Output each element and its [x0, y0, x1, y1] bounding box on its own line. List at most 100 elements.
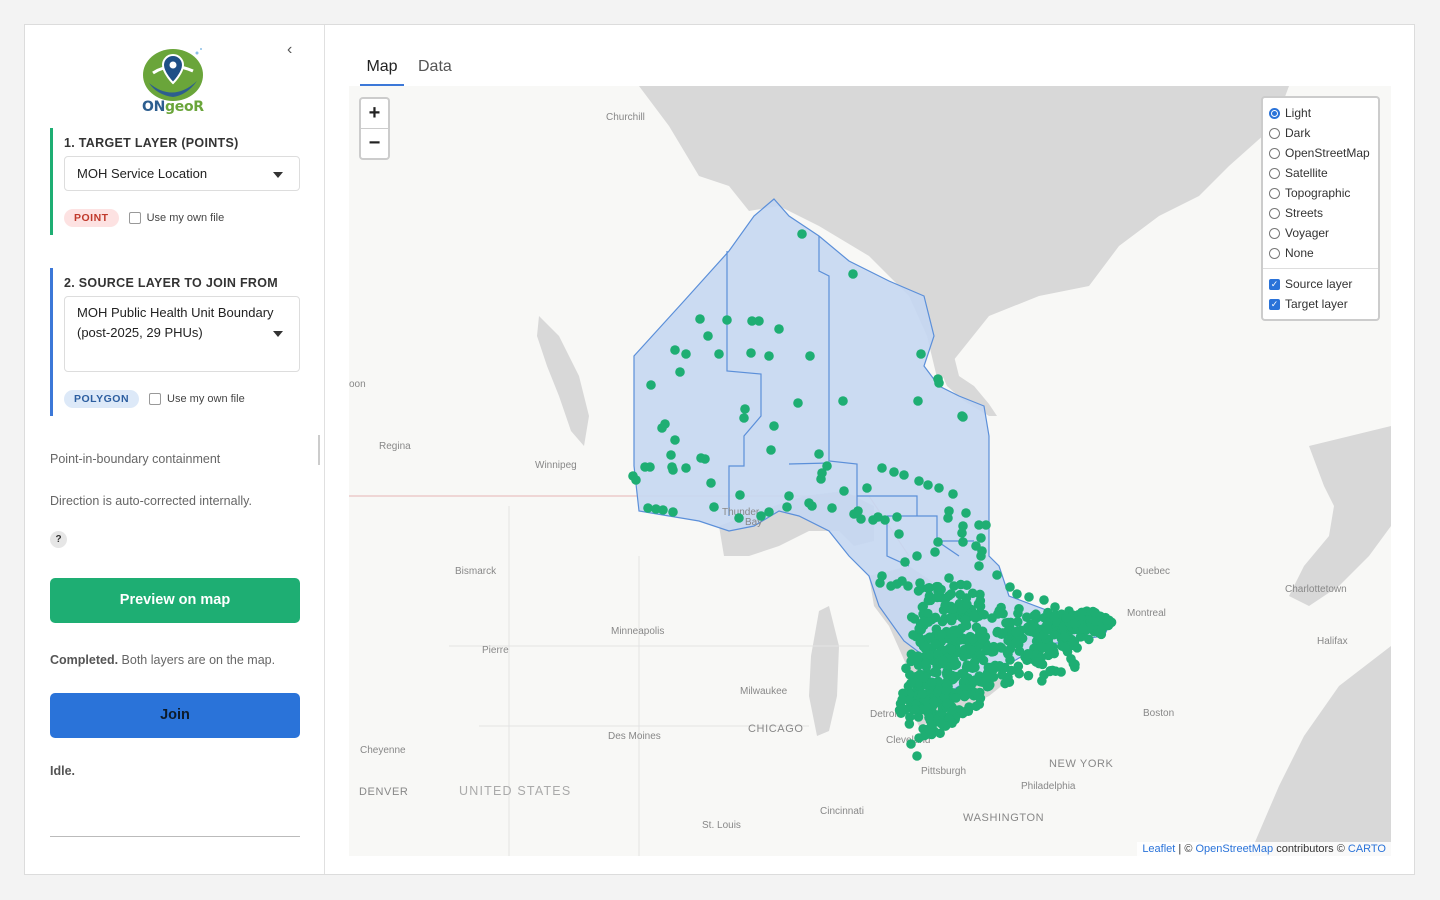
service-location-point[interactable]: [916, 349, 926, 359]
service-location-point[interactable]: [937, 629, 947, 640]
service-location-point[interactable]: [735, 490, 745, 500]
service-location-point[interactable]: [706, 478, 716, 488]
service-location-point[interactable]: [658, 505, 668, 515]
basemap-option-none[interactable]: None: [1269, 243, 1374, 263]
service-location-point[interactable]: [905, 669, 915, 680]
service-location-point[interactable]: [924, 591, 935, 601]
service-location-point[interactable]: [982, 681, 993, 692]
service-location-point[interactable]: [958, 412, 968, 422]
service-location-point[interactable]: [709, 502, 719, 512]
overlay-source-layer[interactable]: ✓ Source layer: [1269, 274, 1374, 294]
map-view[interactable]: Churchill oon Regina Winnipeg Thunder Ba…: [349, 86, 1391, 856]
service-location-point[interactable]: [906, 678, 916, 689]
service-location-point[interactable]: [1078, 623, 1088, 634]
service-location-point[interactable]: [1060, 642, 1070, 653]
service-location-point[interactable]: [988, 664, 998, 675]
service-location-point[interactable]: [976, 533, 986, 543]
service-location-point[interactable]: [923, 617, 934, 627]
service-location-point[interactable]: [714, 349, 724, 359]
scrollbar[interactable]: [318, 435, 320, 465]
service-location-point[interactable]: [695, 314, 705, 324]
service-location-point[interactable]: [912, 654, 923, 664]
service-location-point[interactable]: [912, 751, 922, 761]
service-location-point[interactable]: [703, 331, 713, 341]
service-location-point[interactable]: [631, 475, 641, 485]
service-location-point[interactable]: [1059, 631, 1070, 642]
service-location-point[interactable]: [807, 501, 817, 511]
service-location-point[interactable]: [817, 468, 827, 478]
service-location-point[interactable]: [734, 513, 744, 523]
service-location-point[interactable]: [914, 476, 924, 486]
service-location-point[interactable]: [1013, 608, 1023, 619]
service-location-point[interactable]: [875, 578, 885, 588]
service-location-point[interactable]: [896, 708, 906, 719]
service-location-point[interactable]: [793, 398, 803, 408]
service-location-point[interactable]: [941, 669, 952, 680]
service-location-point[interactable]: [838, 396, 848, 406]
basemap-option-topographic[interactable]: Topographic: [1269, 183, 1374, 203]
service-location-point[interactable]: [935, 728, 945, 739]
service-location-point[interactable]: [933, 537, 943, 547]
service-location-point[interactable]: [934, 483, 944, 493]
service-location-point[interactable]: [919, 673, 929, 683]
tab-map[interactable]: Map: [360, 53, 404, 86]
service-location-point[interactable]: [977, 634, 987, 645]
service-location-point[interactable]: [923, 480, 933, 490]
service-location-point[interactable]: [927, 677, 937, 688]
service-location-point[interactable]: [921, 658, 931, 669]
service-location-point[interactable]: [754, 316, 764, 326]
service-location-point[interactable]: [1023, 670, 1034, 681]
service-location-point[interactable]: [924, 632, 935, 642]
service-location-point[interactable]: [666, 450, 676, 460]
service-location-point[interactable]: [906, 739, 916, 749]
service-location-point[interactable]: [897, 694, 907, 705]
service-location-point[interactable]: [700, 454, 710, 464]
service-location-point[interactable]: [987, 613, 997, 623]
service-location-point[interactable]: [1011, 627, 1021, 638]
service-location-point[interactable]: [923, 724, 934, 734]
service-location-point[interactable]: [975, 601, 986, 612]
service-location-point[interactable]: [944, 573, 954, 583]
service-location-point[interactable]: [1031, 657, 1041, 667]
service-location-point[interactable]: [909, 614, 920, 624]
service-location-point[interactable]: [1039, 595, 1049, 605]
service-location-point[interactable]: [904, 719, 915, 729]
basemap-option-streets[interactable]: Streets: [1269, 203, 1374, 223]
service-location-point[interactable]: [924, 583, 935, 593]
zoom-in-button[interactable]: +: [361, 99, 388, 129]
basemap-option-voyager[interactable]: Voyager: [1269, 223, 1374, 243]
service-location-point[interactable]: [681, 349, 691, 359]
service-location-point[interactable]: [946, 644, 957, 655]
target-layer-select[interactable]: MOH Service Location: [64, 156, 300, 191]
overlay-target-layer[interactable]: ✓ Target layer: [1269, 294, 1374, 314]
service-location-point[interactable]: [784, 491, 794, 501]
service-location-point[interactable]: [967, 634, 978, 644]
service-location-point[interactable]: [1003, 617, 1014, 628]
service-location-point[interactable]: [827, 503, 837, 513]
service-location-point[interactable]: [646, 380, 656, 390]
chevron-left-icon[interactable]: ‹: [287, 41, 292, 59]
service-location-point[interactable]: [975, 693, 986, 704]
service-location-point[interactable]: [949, 660, 960, 671]
service-location-point[interactable]: [670, 435, 680, 445]
service-location-point[interactable]: [900, 557, 910, 567]
service-location-point[interactable]: [746, 348, 756, 358]
service-location-point[interactable]: [933, 581, 943, 592]
basemap-option-satellite[interactable]: Satellite: [1269, 163, 1374, 183]
service-location-point[interactable]: [1056, 667, 1066, 677]
service-location-point[interactable]: [913, 396, 923, 406]
service-location-point[interactable]: [667, 462, 677, 472]
service-location-point[interactable]: [944, 590, 954, 601]
service-location-point[interactable]: [782, 502, 792, 512]
service-location-point[interactable]: [960, 615, 970, 625]
service-location-point[interactable]: [774, 324, 784, 334]
service-location-point[interactable]: [969, 610, 979, 621]
basemap-option-osm[interactable]: OpenStreetMap: [1269, 143, 1374, 163]
service-location-point[interactable]: [997, 628, 1008, 638]
service-location-point[interactable]: [1037, 642, 1047, 652]
leaflet-link[interactable]: Leaflet: [1142, 843, 1175, 855]
basemap-option-light[interactable]: Light: [1269, 103, 1374, 123]
service-location-point[interactable]: [920, 641, 930, 652]
service-location-point[interactable]: [657, 423, 667, 433]
service-location-point[interactable]: [929, 696, 939, 707]
